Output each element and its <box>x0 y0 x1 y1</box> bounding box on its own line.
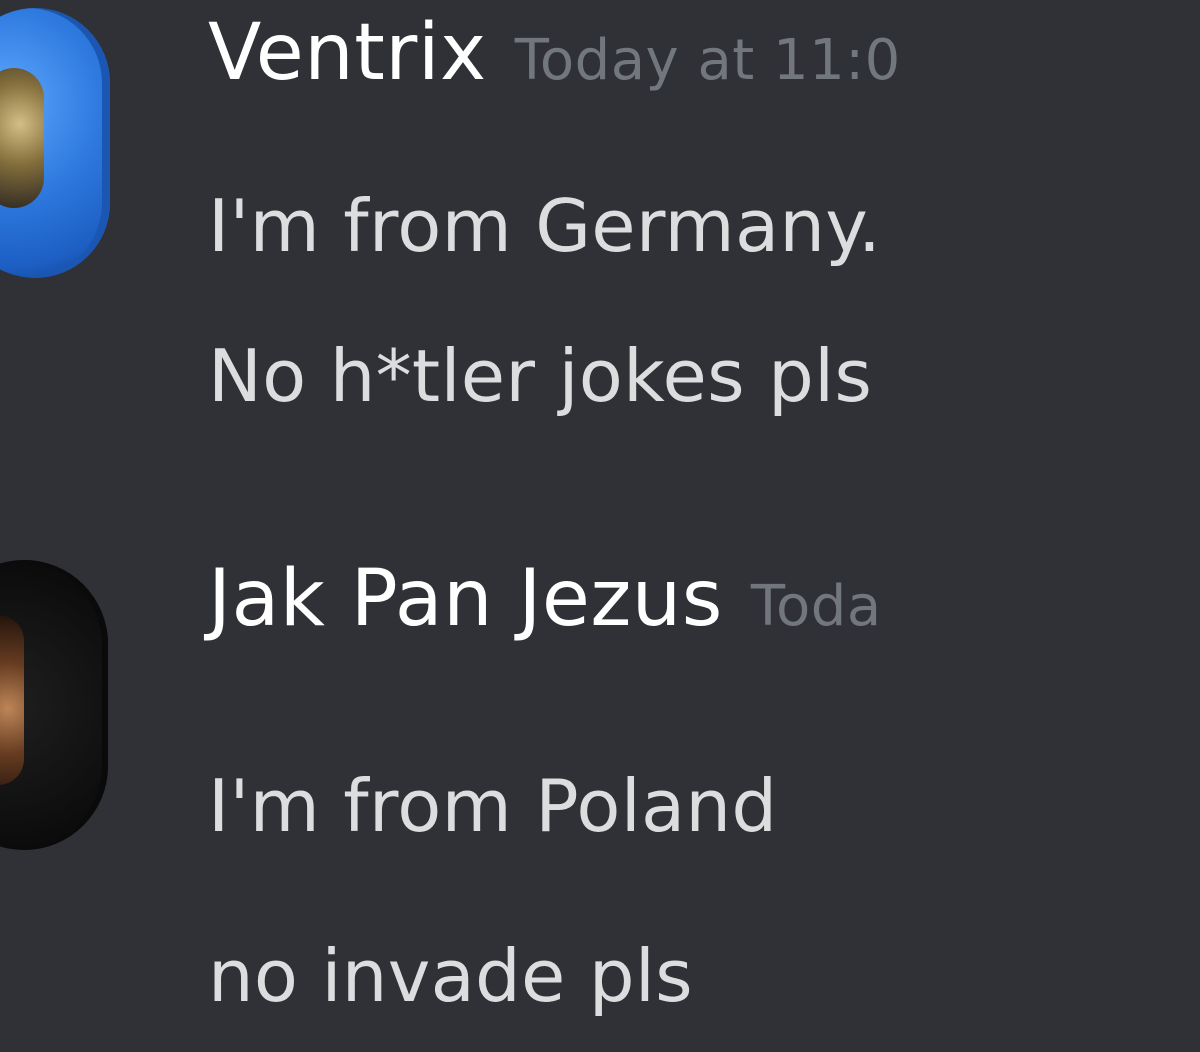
chat-message: Jak Pan Jezus Toda I'm from Poland no inv… <box>0 560 1200 1052</box>
user-avatar-dark-icon[interactable] <box>0 560 108 850</box>
message-text-line: I'm from Germany. <box>208 184 882 268</box>
avatar-image <box>0 615 24 785</box>
timestamp: Toda <box>750 574 882 639</box>
username[interactable]: Ventrix <box>208 8 487 98</box>
message-header: Jak Pan Jezus Toda <box>208 560 882 638</box>
message-header: Ventrix Today at 11:0 <box>208 14 901 92</box>
username[interactable]: Jak Pan Jezus <box>208 554 723 644</box>
message-text-line: no invade pls <box>208 934 693 1018</box>
message-text-line: I'm from Poland <box>208 764 778 848</box>
chat-message: Ventrix Today at 11:0 I'm from Germany. N… <box>0 0 1200 470</box>
timestamp: Today at 11:0 <box>514 28 901 93</box>
user-avatar-blue-icon[interactable] <box>0 8 110 278</box>
avatar-image <box>0 68 44 208</box>
chat-message-list: Ventrix Today at 11:0 I'm from Germany. N… <box>0 0 1200 1052</box>
message-text-line: No h*tler jokes pls <box>208 334 873 418</box>
